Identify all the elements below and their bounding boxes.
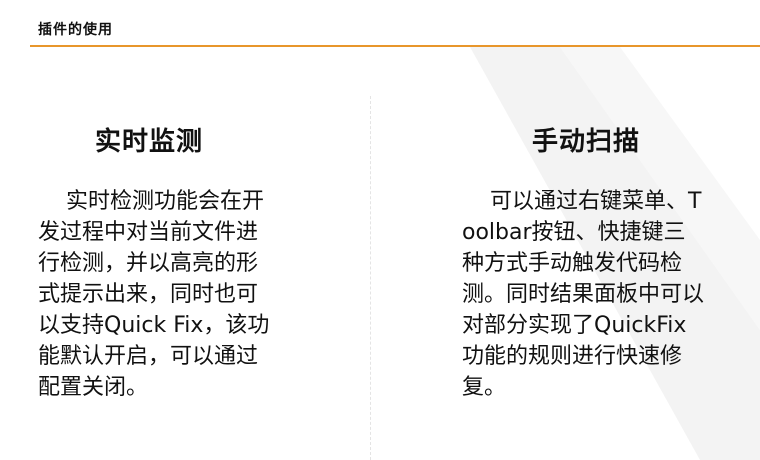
slide-header: 插件的使用 [0,0,760,47]
heading-realtime-monitoring: 实时监测 [95,127,204,157]
header-divider [30,45,760,47]
body-manual-scan: 可以通过右键菜单、Toolbar按钮、快捷键三种方式手动触发代码检测。同时结果面… [462,189,705,400]
body-realtime-monitoring: 实时检测功能会在开发过程中对当前文件进行检测，并以高亮的形式提示出来，同时也可以… [38,189,270,400]
slide-title: 插件的使用 [38,22,113,38]
column-divider [370,96,371,460]
heading-manual-scan: 手动扫描 [532,127,641,157]
